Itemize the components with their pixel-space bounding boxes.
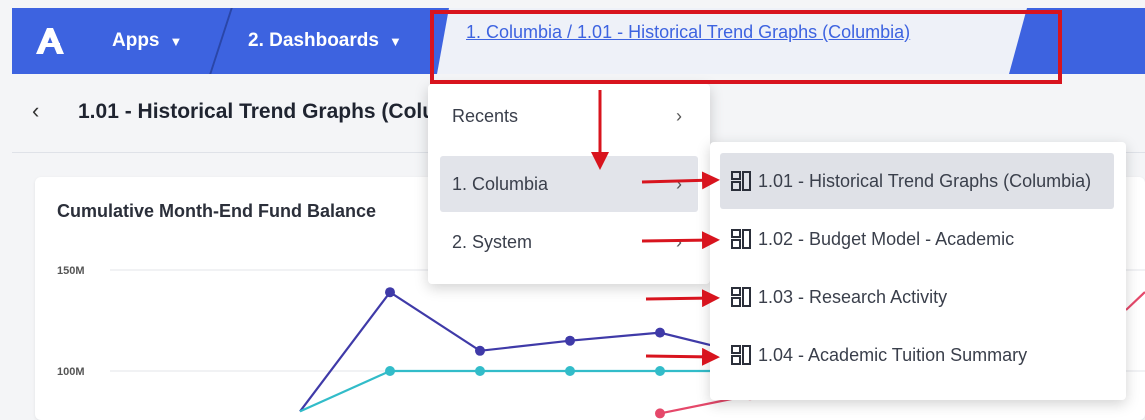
series-line bbox=[299, 369, 750, 413]
chevron-right-icon: › bbox=[676, 173, 682, 194]
dashboard-folder-menu: Recents › 1. Columbia › 2. System › bbox=[428, 84, 710, 284]
menu-item-dashboard[interactable]: 1.04 - Academic Tuition Summary bbox=[720, 327, 1114, 383]
series-line bbox=[1125, 291, 1145, 311]
series-line bbox=[299, 290, 751, 413]
data-point[interactable] bbox=[475, 366, 485, 376]
data-point[interactable] bbox=[565, 335, 575, 346]
menu-item-label: Recents bbox=[452, 105, 519, 126]
data-point[interactable] bbox=[385, 366, 395, 376]
menu-item-label: 1.03 - Research Activity bbox=[758, 286, 948, 307]
chevron-right-icon: › bbox=[676, 231, 682, 252]
dashboard-icon bbox=[731, 287, 751, 307]
y-tick-label: 100M bbox=[57, 366, 85, 378]
menu-item-label: 1.02 - Budget Model - Academic bbox=[758, 228, 1015, 249]
data-point[interactable] bbox=[655, 366, 665, 376]
menu-item-label: 1.01 - Historical Trend Graphs (Columbia… bbox=[758, 170, 1092, 191]
menu-item-columbia[interactable]: 1. Columbia › bbox=[440, 156, 698, 212]
menu-item-label: 1. Columbia bbox=[452, 173, 549, 194]
data-point[interactable] bbox=[565, 366, 575, 376]
data-point[interactable] bbox=[655, 408, 665, 419]
menu-item-label: 2. System bbox=[452, 231, 533, 252]
annotation-highlight-box bbox=[430, 10, 1062, 84]
dashboard-icon bbox=[731, 171, 751, 191]
data-point[interactable] bbox=[475, 345, 485, 356]
dashboard-list-menu: 1.01 - Historical Trend Graphs (Columbia… bbox=[710, 142, 1126, 400]
data-point[interactable] bbox=[385, 287, 395, 298]
menu-item-dashboard[interactable]: 1.03 - Research Activity bbox=[720, 269, 1114, 325]
chevron-right-icon: › bbox=[676, 105, 682, 126]
dashboard-icon bbox=[731, 345, 751, 365]
menu-item-dashboard[interactable]: 1.02 - Budget Model - Academic bbox=[720, 211, 1114, 267]
menu-item-dashboard[interactable]: 1.01 - Historical Trend Graphs (Columbia… bbox=[720, 153, 1114, 209]
menu-item-recents[interactable]: Recents › bbox=[440, 88, 698, 144]
dashboard-icon bbox=[731, 229, 751, 249]
data-point[interactable] bbox=[655, 327, 665, 338]
menu-item-label: 1.04 - Academic Tuition Summary bbox=[758, 344, 1028, 365]
menu-item-system[interactable]: 2. System › bbox=[440, 214, 698, 270]
y-tick-label: 150M bbox=[57, 265, 85, 277]
